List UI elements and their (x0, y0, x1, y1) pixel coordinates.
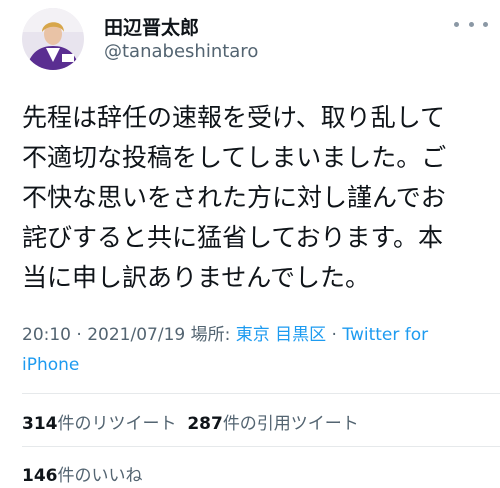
retweets-stat[interactable]: 314件のリツイート (22, 414, 177, 434)
divider (22, 393, 500, 394)
tweet-text-line: 不快な思いをされた方に対し謹んでお (22, 183, 446, 212)
likes-row: 146件のいいね (22, 461, 143, 486)
tweet-text-line: 当に申し訳ありませんでした。 (22, 263, 371, 292)
tweet-header: 田辺晋太郎 @tanabeshintaro (0, 0, 500, 90)
tweet-text: 先程は辞任の速報を受け、取り乱して 不適切な投稿をしてしまいました。ご 不快な思… (22, 98, 484, 298)
likes-label: 件のいいね (57, 466, 143, 486)
tweet-text-line: 先程は辞任の速報を受け、取り乱して (22, 103, 446, 132)
client-link[interactable]: Twitter for (342, 325, 428, 345)
tweet-date[interactable]: 2021/07/19 (87, 325, 185, 345)
quotes-label: 件の引用ツイート (222, 414, 359, 434)
divider (22, 446, 500, 447)
meta-separator: · (326, 325, 343, 345)
user-handle[interactable]: @tanabeshintaro (104, 41, 258, 62)
quotes-stat[interactable]: 287件の引用ツイート (187, 414, 359, 434)
likes-count: 146 (22, 466, 58, 486)
likes-stat[interactable]: 146件のいいね (22, 466, 143, 486)
quotes-count: 287 (187, 414, 223, 434)
tweet-meta: 20:10 · 2021/07/19 場所: 東京 目黒区 · Twitter … (22, 320, 484, 380)
meta-separator: · (71, 325, 88, 345)
location-link[interactable]: 東京 目黒区 (236, 325, 326, 345)
location-label: 場所: (185, 325, 236, 345)
tweet-time[interactable]: 20:10 (22, 325, 71, 345)
display-name[interactable]: 田辺晋太郎 (104, 13, 199, 40)
tweet-text-line: 詫びすると共に猛省しております。本 (22, 223, 444, 252)
tweet-text-line: 不適切な投稿をしてしまいました。ご (22, 143, 447, 172)
more-dots-icon[interactable] (454, 12, 488, 36)
retweets-label: 件のリツイート (57, 414, 177, 434)
avatar[interactable] (22, 8, 84, 70)
client-link-continued[interactable]: iPhone (22, 355, 79, 375)
retweets-count: 314 (22, 414, 58, 434)
avatar-image (22, 8, 84, 70)
stats-row: 314件のリツイート 287件の引用ツイート (22, 409, 359, 434)
